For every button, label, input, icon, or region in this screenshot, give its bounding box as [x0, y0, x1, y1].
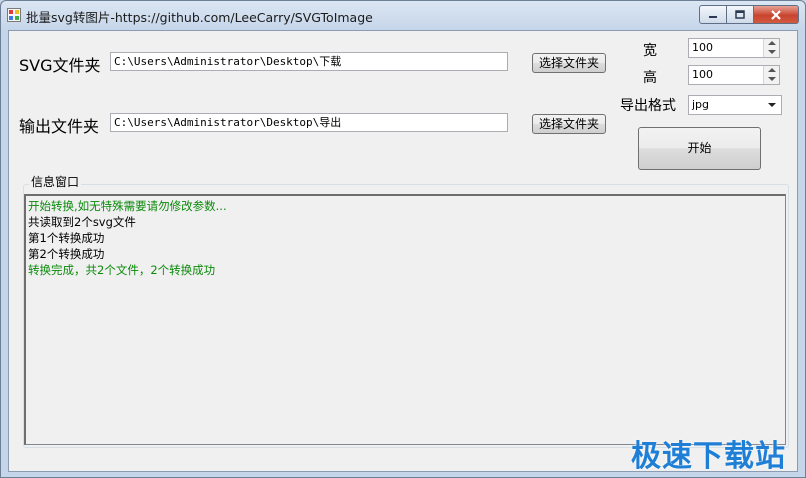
- output-folder-label: 输出文件夹: [19, 117, 100, 136]
- spin-down-icon[interactable]: [768, 77, 776, 81]
- spin-down-icon[interactable]: [768, 50, 776, 54]
- height-value: 100: [692, 68, 713, 81]
- minimize-icon: [709, 15, 717, 18]
- title-bar[interactable]: 批量svg转图片-https://github.com/LeeCarry/SVG…: [1, 1, 805, 29]
- format-value: jpg: [692, 98, 710, 111]
- svg-folder-select-button[interactable]: 选择文件夹: [532, 53, 606, 73]
- width-value: 100: [692, 41, 713, 54]
- height-label: 高: [643, 70, 657, 86]
- log-line: 开始转换,如无特殊需要请勿修改参数...: [28, 199, 227, 213]
- output-folder-select-button[interactable]: 选择文件夹: [532, 114, 606, 134]
- maximize-button[interactable]: [727, 5, 754, 24]
- output-folder-input[interactable]: C:\Users\Administrator\Desktop\导出: [110, 113, 508, 132]
- log-line: 转换完成，共2个文件，2个转换成功: [28, 263, 216, 277]
- close-button[interactable]: [754, 5, 799, 24]
- app-icon: [7, 8, 21, 22]
- watermark: 极速下载站: [631, 439, 786, 474]
- svg-folder-input[interactable]: C:\Users\Administrator\Desktop\下载: [110, 52, 508, 71]
- main-panel: SVG文件夹 C:\Users\Administrator\Desktop\下载…: [8, 30, 798, 472]
- app-window: 批量svg转图片-https://github.com/LeeCarry/SVG…: [0, 0, 806, 478]
- spin-up-icon[interactable]: [768, 41, 776, 45]
- format-label: 导出格式: [620, 98, 676, 114]
- close-icon: [771, 9, 781, 20]
- chevron-down-icon: [768, 103, 776, 107]
- width-spin-arrows[interactable]: [763, 39, 779, 57]
- spin-up-icon[interactable]: [768, 68, 776, 72]
- minimize-button[interactable]: [699, 5, 727, 24]
- format-select[interactable]: jpg: [688, 95, 782, 115]
- window-title: 批量svg转图片-https://github.com/LeeCarry/SVG…: [26, 10, 373, 25]
- height-spin-arrows[interactable]: [763, 66, 779, 84]
- log-line: 第2个转换成功: [28, 247, 105, 261]
- log-line: 第1个转换成功: [28, 231, 105, 245]
- width-label: 宽: [643, 43, 657, 59]
- info-log[interactable]: 开始转换,如无特殊需要请勿修改参数... 共读取到2个svg文件 第1个转换成功…: [24, 194, 786, 445]
- info-group-title: 信息窗口: [29, 173, 82, 190]
- svg-folder-label: SVG文件夹: [19, 56, 101, 75]
- caption-buttons: [699, 5, 799, 24]
- start-button[interactable]: 开始: [638, 127, 761, 170]
- maximize-icon: [735, 10, 745, 19]
- log-line: 共读取到2个svg文件: [28, 215, 136, 229]
- height-spinbox[interactable]: 100: [688, 65, 780, 85]
- width-spinbox[interactable]: 100: [688, 38, 780, 58]
